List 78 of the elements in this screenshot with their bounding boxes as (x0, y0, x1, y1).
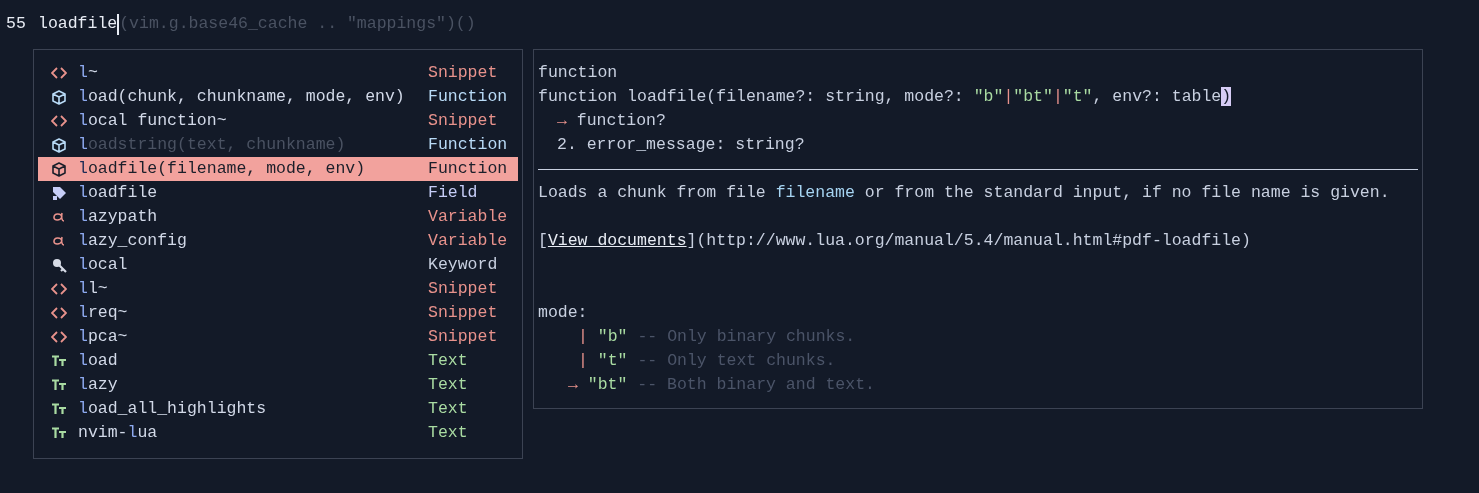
completion-label: lpca~ (78, 326, 129, 348)
completion-item[interactable]: load Text (38, 349, 518, 373)
kind-label: Function (428, 158, 509, 180)
completion-item[interactable]: loadfile(filename, mode, env) Function (38, 157, 518, 181)
kind-label: Function (428, 86, 509, 108)
cube-icon (52, 137, 66, 153)
completion-label: lazypath (78, 206, 159, 228)
kind-label: Snippet (428, 62, 499, 84)
completion-item[interactable]: l~ Snippet (38, 61, 518, 85)
kind-label: Text (428, 422, 469, 444)
parameter-label: mode: (538, 302, 589, 324)
completion-item[interactable]: lazy_config Variable (38, 229, 518, 253)
kind-label: Keyword (428, 254, 499, 276)
completion-item[interactable]: load_all_highlights Text (38, 397, 518, 421)
text-icon (51, 427, 67, 439)
kind-label: Text (428, 398, 469, 420)
angle-brackets-icon (51, 283, 67, 295)
description-text: Loads a chunk from file filename or from the standard input, if no file name is given. (538, 182, 1391, 204)
completion-label: l~ (78, 62, 99, 84)
return-line: 2. error_message: string? (556, 134, 806, 156)
completion-item[interactable]: loadstring(text, chunkname) Function (38, 133, 518, 157)
key-icon (51, 257, 67, 273)
kind-label: Snippet (428, 278, 499, 300)
completion-item[interactable]: lreq~ Snippet (38, 301, 518, 325)
completion-label: lreq~ (78, 302, 129, 324)
line-number: 55 (6, 13, 27, 35)
cube-icon (52, 89, 66, 105)
kind-label: Snippet (428, 110, 499, 132)
kind-label: Variable (428, 230, 509, 252)
cube-icon (52, 161, 66, 177)
completion-label: local function~ (78, 110, 228, 132)
tag-icon (51, 185, 67, 201)
kind-label: Snippet (428, 302, 499, 324)
completion-label: loadfile (78, 182, 159, 204)
alpha-icon (53, 212, 65, 222)
view-documents-link[interactable]: View documents (547, 231, 687, 250)
link-bracket: [ (538, 231, 548, 250)
completion-label: nvim-lua (78, 422, 159, 444)
parameter-option: | "b" -- Only binary chunks. (538, 325, 1418, 349)
angle-brackets-icon (51, 115, 67, 127)
completion-label: load_all_highlights (78, 398, 268, 420)
completion-label: lazy (78, 374, 119, 396)
doc-heading: function (538, 62, 619, 84)
completion-item[interactable]: local function~ Snippet (38, 109, 518, 133)
kind-label: Variable (428, 206, 509, 228)
text-icon (51, 355, 67, 367)
angle-brackets-icon (51, 307, 67, 319)
completion-item[interactable]: ll~ Snippet (38, 277, 518, 301)
kind-label: Field (428, 182, 479, 204)
return-line: → function? (556, 110, 667, 132)
parameter-option: | "t" -- Only text chunks. (538, 349, 1418, 373)
completion-item[interactable]: local Keyword (38, 253, 518, 277)
completion-label: load(chunk, chunkname, mode, env) (78, 86, 406, 108)
text-icon (51, 379, 67, 391)
completion-item[interactable]: loadfile Field (38, 181, 518, 205)
completion-label: lazy_config (78, 230, 188, 252)
angle-brackets-icon (51, 67, 67, 79)
angle-brackets-icon (51, 331, 67, 343)
text-icon (51, 403, 67, 415)
kind-label: Text (428, 374, 469, 396)
kind-label: Snippet (428, 326, 499, 348)
parameter-option: → "bt" -- Both binary and text. (538, 373, 1418, 397)
completion-label: load (78, 350, 119, 372)
link-url-text: ](http://www.lua.org/manual/5.4/manual.html#pdf-loadfile) (686, 231, 1251, 250)
function-signature: function loadfile(filename?: string, mode?: "b"|"bt"|"t", env?: table) (538, 86, 1233, 108)
kind-label: Text (428, 350, 469, 372)
completion-label: loadfile(filename, mode, env) (78, 158, 367, 180)
completion-label: loadstring(text, chunkname) (78, 134, 347, 156)
alpha-icon (53, 236, 65, 246)
completion-item[interactable]: lazypath Variable (38, 205, 518, 229)
completion-item[interactable]: nvim-lua Text (38, 421, 518, 445)
completion-item[interactable]: lazy Text (38, 373, 518, 397)
completion-label: ll~ (78, 278, 109, 300)
kind-label: Function (428, 134, 509, 156)
completion-item[interactable]: load(chunk, chunkname, mode, env) Function (38, 85, 518, 109)
completion-label: local (78, 254, 129, 276)
code-line[interactable]: loadfile(vim.g.base46_cache .. "mappings")() (38, 12, 476, 36)
completion-item[interactable]: lpca~ Snippet (38, 325, 518, 349)
